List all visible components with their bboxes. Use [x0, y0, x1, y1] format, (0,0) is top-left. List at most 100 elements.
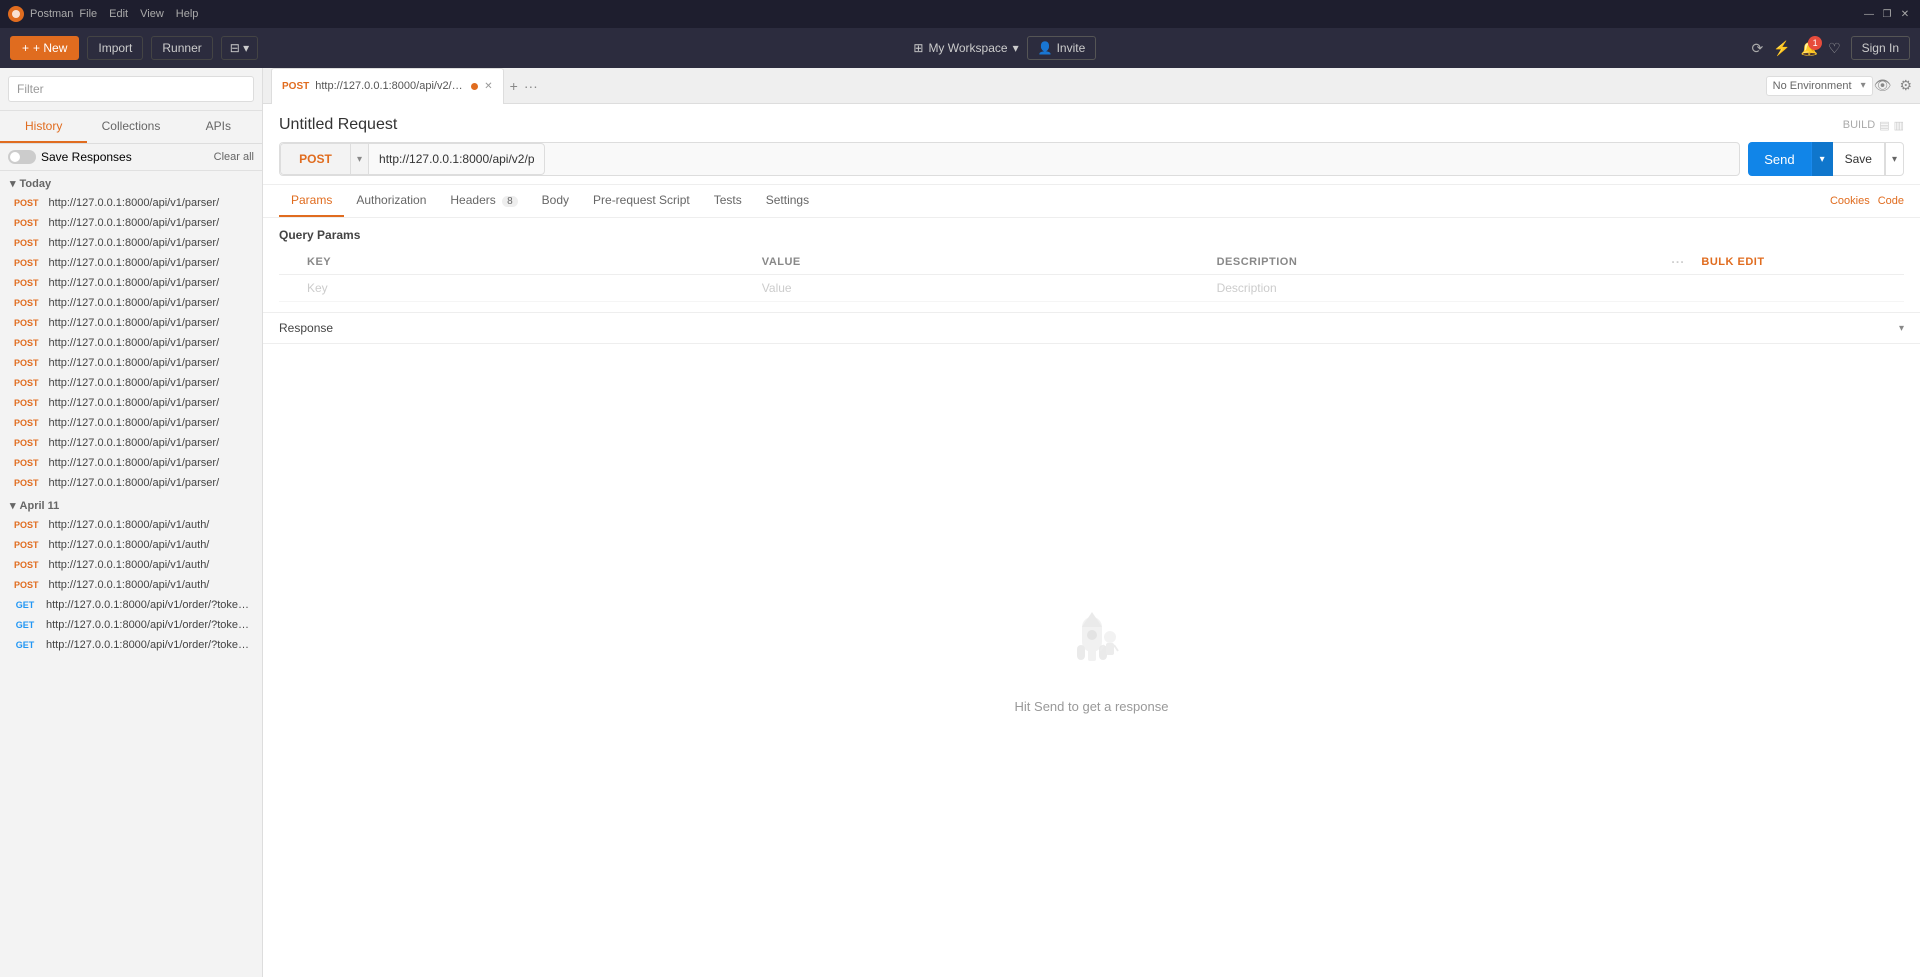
method-badge: POST	[10, 559, 43, 571]
method-select[interactable]: POST GET PUT PATCH DELETE	[281, 144, 351, 174]
sidebar-tab-apis[interactable]: APIs	[175, 111, 262, 143]
list-item[interactable]: POSThttp://127.0.0.1:8000/api/v1/auth/	[0, 515, 262, 535]
list-item[interactable]: POSThttp://127.0.0.1:8000/api/v1/parser/	[0, 293, 262, 313]
history-url: http://127.0.0.1:8000/api/v1/parser/	[49, 477, 252, 489]
response-area: Response ▾ Hit Send to	[263, 312, 1920, 977]
list-item[interactable]: POSThttp://127.0.0.1:8000/api/v1/parser/	[0, 373, 262, 393]
value-input[interactable]	[762, 281, 1201, 295]
description-input[interactable]	[1217, 281, 1656, 295]
tab-tests[interactable]: Tests	[702, 185, 754, 217]
list-item[interactable]: POSThttp://127.0.0.1:8000/api/v1/parser/	[0, 473, 262, 493]
new-button[interactable]: + + New	[10, 36, 79, 60]
menu-edit[interactable]: Edit	[109, 8, 128, 20]
minimize-button[interactable]: —	[1862, 7, 1876, 21]
group-label: Today	[20, 178, 52, 190]
tab-pre-request-script[interactable]: Pre-request Script	[581, 185, 702, 217]
runner-button[interactable]: Runner	[151, 36, 212, 60]
list-item[interactable]: POSThttp://127.0.0.1:8000/api/v1/parser/	[0, 333, 262, 353]
response-empty-state: Hit Send to get a response	[263, 344, 1920, 977]
menu-file[interactable]: File	[79, 8, 97, 20]
toolbar-right: ⟳ ⚡ 🔔 1 ♡ Sign In	[1751, 36, 1910, 60]
add-tab-button[interactable]: +	[510, 78, 518, 94]
layout-button[interactable]: ⊟ ▾	[221, 36, 258, 60]
tab-params-label: Params	[291, 193, 332, 207]
url-bar: POST GET PUT PATCH DELETE ▾	[279, 142, 1740, 176]
sidebar-tab-history[interactable]: History	[0, 111, 87, 143]
env-settings-button[interactable]: ⚙	[1899, 77, 1912, 94]
tab-tests-label: Tests	[714, 193, 742, 207]
list-item[interactable]: POSThttp://127.0.0.1:8000/api/v1/parser/	[0, 353, 262, 373]
method-caret-icon[interactable]: ▾	[351, 144, 369, 174]
cookies-link[interactable]: Cookies	[1830, 195, 1870, 207]
sidebar-tab-collections[interactable]: Collections	[87, 111, 174, 143]
code-link[interactable]: Code	[1878, 195, 1904, 207]
tab-body[interactable]: Body	[530, 185, 581, 217]
invite-icon: 👤	[1038, 41, 1053, 55]
sync-icon[interactable]: ⟳	[1751, 40, 1763, 57]
clear-all-button[interactable]: Clear all	[214, 151, 254, 163]
list-item[interactable]: GEThttp://127.0.0.1:8000/api/v1/order/?t…	[0, 615, 262, 635]
build-label: BUILD ▤ ▥	[1843, 119, 1904, 132]
url-bar-container: POST GET PUT PATCH DELETE ▾ Send ▾ Save	[279, 142, 1904, 176]
url-input[interactable]	[369, 144, 544, 174]
invite-button[interactable]: 👤 Invite	[1027, 36, 1097, 60]
list-item[interactable]: POSThttp://127.0.0.1:8000/api/v1/parser/	[0, 233, 262, 253]
workspace-button[interactable]: ⊞ My Workspace ▾	[913, 41, 1018, 55]
list-item[interactable]: POSThttp://127.0.0.1:8000/api/v1/parser/	[0, 253, 262, 273]
save-dropdown-button[interactable]: ▾	[1885, 142, 1904, 176]
import-button[interactable]: Import	[87, 36, 143, 60]
maximize-button[interactable]: ❐	[1880, 7, 1894, 21]
params-table: KEY VALUE DESCRIPTION ··· Bulk Edit	[279, 250, 1904, 302]
response-caret-icon[interactable]: ▾	[1899, 323, 1904, 334]
close-button[interactable]: ✕	[1898, 7, 1912, 21]
tab-url: http://127.0.0.1:8000/api/v2/p...	[315, 80, 465, 92]
list-item[interactable]: GEThttp://127.0.0.1:8000/api/v1/order/?t…	[0, 635, 262, 655]
list-item[interactable]: POSThttp://127.0.0.1:8000/api/v1/auth/	[0, 555, 262, 575]
tab-headers[interactable]: Headers 8	[438, 185, 529, 217]
menu-help[interactable]: Help	[176, 8, 199, 20]
method-badge: GET	[10, 619, 40, 631]
list-item[interactable]: POSThttp://127.0.0.1:8000/api/v1/auth/	[0, 535, 262, 555]
list-item[interactable]: POSThttp://127.0.0.1:8000/api/v1/parser/	[0, 413, 262, 433]
key-input[interactable]	[307, 281, 746, 295]
history-url: http://127.0.0.1:8000/api/v1/parser/	[49, 377, 252, 389]
tab-settings-label: Settings	[766, 193, 809, 207]
tab-params[interactable]: Params	[279, 185, 344, 217]
method-badge: POST	[10, 257, 43, 269]
save-responses-switch[interactable]	[8, 150, 36, 164]
method-badge: GET	[10, 639, 40, 651]
tab-close-icon[interactable]: ✕	[484, 81, 492, 92]
tab-headers-badge: 8	[502, 196, 518, 207]
save-button[interactable]: Save	[1833, 142, 1885, 176]
method-badge: POST	[10, 237, 43, 249]
tab-settings[interactable]: Settings	[754, 185, 821, 217]
list-item[interactable]: POSThttp://127.0.0.1:8000/api/v1/parser/	[0, 273, 262, 293]
list-item[interactable]: POSThttp://127.0.0.1:8000/api/v1/parser/	[0, 433, 262, 453]
bulk-dots-icon[interactable]: ···	[1671, 255, 1685, 269]
tab-modified-dot	[471, 83, 478, 90]
workspace-caret-icon: ▾	[1013, 41, 1019, 55]
tab-authorization[interactable]: Authorization	[344, 185, 438, 217]
more-tabs-button[interactable]: ···	[524, 78, 538, 94]
menu-view[interactable]: View	[140, 8, 164, 20]
bulk-edit-link[interactable]: Bulk Edit	[1701, 256, 1764, 268]
env-view-button[interactable]: 👁	[1874, 77, 1892, 94]
list-item[interactable]: GEThttp://127.0.0.1:8000/api/v1/order/?t…	[0, 595, 262, 615]
method-badge: POST	[10, 197, 43, 209]
search-input[interactable]	[8, 76, 254, 102]
sign-in-button[interactable]: Sign In	[1851, 36, 1910, 60]
history-url: http://127.0.0.1:8000/api/v1/parser/	[49, 337, 252, 349]
list-item[interactable]: POSThttp://127.0.0.1:8000/api/v1/auth/	[0, 575, 262, 595]
api-network-icon[interactable]: ⚡	[1773, 40, 1790, 57]
send-dropdown-button[interactable]: ▾	[1811, 142, 1833, 176]
send-button[interactable]: Send	[1748, 142, 1810, 176]
list-item[interactable]: POSThttp://127.0.0.1:8000/api/v1/parser/	[0, 453, 262, 473]
list-item[interactable]: POSThttp://127.0.0.1:8000/api/v1/parser/	[0, 213, 262, 233]
request-tab-active[interactable]: POST http://127.0.0.1:8000/api/v2/p... ✕	[271, 68, 504, 104]
list-item[interactable]: POSThttp://127.0.0.1:8000/api/v1/parser/	[0, 393, 262, 413]
list-item[interactable]: POSThttp://127.0.0.1:8000/api/v1/parser/	[0, 193, 262, 213]
method-badge: POST	[10, 297, 43, 309]
heart-icon[interactable]: ♡	[1828, 40, 1841, 57]
list-item[interactable]: POSThttp://127.0.0.1:8000/api/v1/parser/	[0, 313, 262, 333]
environment-select[interactable]: No Environment	[1766, 76, 1873, 96]
